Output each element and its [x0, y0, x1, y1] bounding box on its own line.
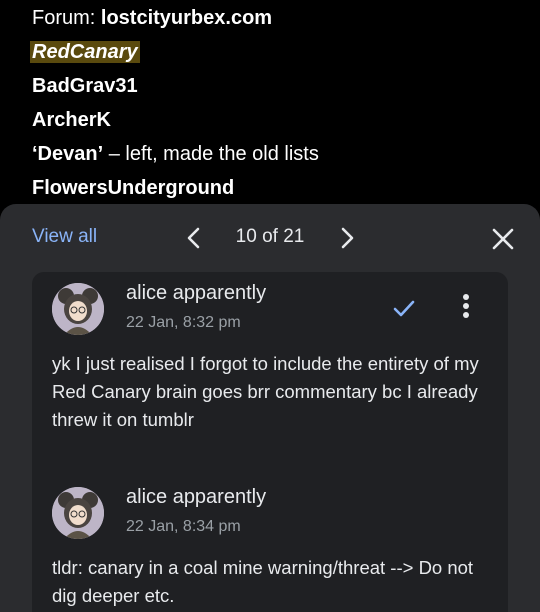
name-text: ArcherK — [32, 109, 111, 131]
name-line-devan: ‘Devan’ – left, made the old lists — [32, 140, 540, 174]
forum-label: Forum: — [32, 7, 96, 29]
comments-nav-bar: View all 10 of 21 — [0, 204, 540, 272]
close-icon[interactable] — [490, 226, 516, 252]
forum-value: lostcityurbex.com — [100, 7, 273, 29]
name-line-archerk: ArcherK — [32, 106, 540, 140]
comment-author: alice apparently — [126, 282, 267, 304]
avatar[interactable] — [52, 487, 104, 539]
comment-author: alice apparently — [126, 486, 267, 508]
comments-panel: View all 10 of 21 alice apparently 22 Ja… — [0, 204, 540, 612]
name-text: ‘Devan’ — [32, 143, 104, 165]
view-all-link[interactable]: View all — [32, 226, 97, 248]
comment-body: yk I just realised I forgot to include t… — [52, 353, 479, 430]
comment-thread: alice apparently 22 Jan, 8:32 pm yk I ju… — [32, 272, 508, 612]
check-icon[interactable] — [390, 294, 418, 322]
name-text: FlowersUnderground — [32, 177, 235, 199]
highlighted-name[interactable]: RedCanary — [30, 41, 140, 63]
document-text: Forum: lostcityurbex.com RedCanary BadGr… — [30, 4, 540, 208]
forum-line: Forum: lostcityurbex.com — [32, 4, 540, 38]
more-vert-icon[interactable] — [452, 290, 480, 322]
name-text: BadGrav31 — [32, 75, 138, 97]
comment-counter: 10 of 21 — [235, 226, 305, 247]
name-line-flowersunderground: FlowersUnderground — [32, 174, 540, 208]
name-note: – left, made the old lists — [103, 143, 319, 165]
comment-timestamp: 22 Jan, 8:32 pm — [126, 314, 241, 331]
comment-body: tldr: canary in a coal mine warning/thre… — [52, 557, 474, 606]
name-line-redcanary: RedCanary — [30, 38, 540, 72]
comment-timestamp: 22 Jan, 8:34 pm — [126, 518, 241, 535]
name-line-badgrav31: BadGrav31 — [32, 72, 540, 106]
chevron-right-icon[interactable] — [333, 224, 361, 252]
chevron-left-icon[interactable] — [180, 224, 208, 252]
avatar[interactable] — [52, 283, 104, 335]
